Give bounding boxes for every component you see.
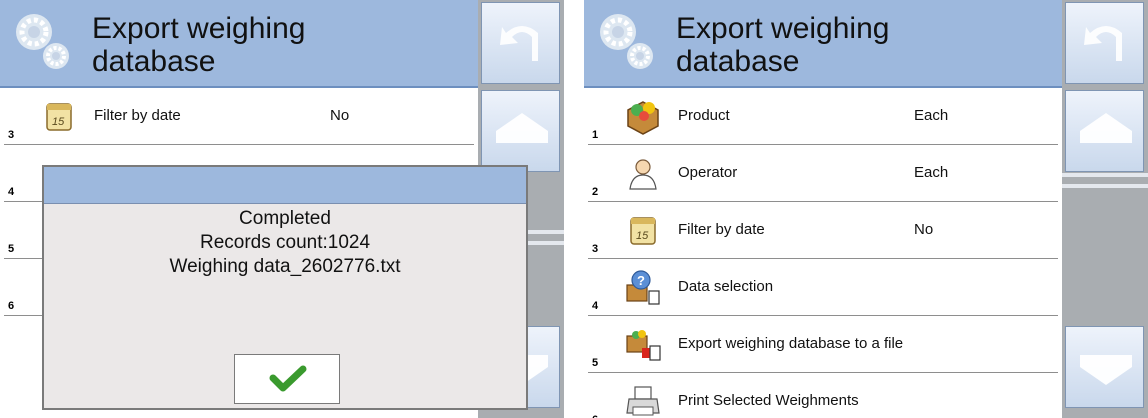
dialog-status: Completed <box>239 208 331 229</box>
back-arrow-icon <box>500 26 538 61</box>
item-number: 5 <box>8 243 15 255</box>
scroll-thumb[interactable] <box>1062 168 1148 194</box>
product-icon <box>627 101 659 135</box>
list-item-operator[interactable]: Operator Each 2 <box>584 145 1062 202</box>
item-number: 5 <box>592 357 599 369</box>
item-number: 1 <box>592 129 599 141</box>
item-label: Print Selected Weighments <box>678 392 859 409</box>
item-label: Product <box>678 107 730 124</box>
list-item-data-selection[interactable]: ? Data selection 4 <box>584 259 1062 316</box>
item-number: 3 <box>592 243 599 255</box>
dialog-records-count: Records count:1024 <box>199 232 371 253</box>
item-value: No <box>914 221 934 238</box>
item-number: 4 <box>8 186 15 198</box>
item-value: No <box>330 107 350 124</box>
svg-text:?: ? <box>637 273 645 288</box>
up-arrow-icon <box>1080 113 1132 143</box>
list-item-filter-by-date[interactable]: 15 Filter by date No 3 <box>584 202 1062 259</box>
right-screen: Export weighing database Product Each 1 … <box>584 0 1148 418</box>
back-button[interactable] <box>481 2 560 84</box>
list-item-print-selected[interactable]: Print Selected Weighments 6 <box>584 373 1062 418</box>
scroll-down-button[interactable] <box>1065 326 1144 408</box>
title-line-1: Export weighing <box>676 12 890 45</box>
export-file-icon <box>626 330 661 361</box>
list-item-product[interactable]: Product Each 1 <box>584 88 1062 145</box>
calendar-icon: 15 <box>46 103 72 131</box>
ok-button[interactable] <box>234 354 340 404</box>
completion-dialog: Completed Records count:1024 Weighing da… <box>42 165 528 410</box>
item-label: Data selection <box>678 278 774 295</box>
left-screen: Export weighing database 15 Filter by da… <box>0 0 564 418</box>
svg-text:15: 15 <box>636 230 649 242</box>
list-item-export-to-file[interactable]: Export weighing database to a file 5 <box>584 316 1062 373</box>
svg-text:15: 15 <box>52 116 65 128</box>
item-label: Operator <box>678 164 738 181</box>
item-number: 4 <box>592 300 599 312</box>
item-value: Each <box>914 107 949 124</box>
operator-icon <box>629 159 657 190</box>
gear-icon <box>600 14 653 69</box>
item-number: 6 <box>592 414 598 418</box>
up-arrow-icon <box>496 113 548 143</box>
header-bar: Export weighing database <box>584 0 1062 88</box>
title-line-1: Export weighing <box>92 12 306 45</box>
back-arrow-icon <box>1084 26 1122 61</box>
dialog-filename: Weighing data_2602776.txt <box>169 256 401 277</box>
down-arrow-icon <box>1080 355 1132 385</box>
item-number: 2 <box>592 186 599 198</box>
gear-icon <box>16 14 69 69</box>
scroll-up-button[interactable] <box>1065 90 1144 172</box>
item-number: 6 <box>8 300 15 312</box>
sidebar-nav <box>1062 0 1148 418</box>
item-label: Filter by date <box>678 221 765 238</box>
printer-icon <box>626 386 660 416</box>
list-item-filter-by-date[interactable]: 15 Filter by date No 3 <box>0 88 478 145</box>
dialog-header <box>44 167 526 204</box>
checkmark-icon <box>269 365 307 392</box>
page-title: Export weighing database <box>92 12 305 78</box>
item-label: Filter by date <box>94 107 181 124</box>
title-line-2: database <box>92 45 216 78</box>
title-line-2: database <box>676 45 800 78</box>
item-label: Export weighing database to a file <box>678 335 904 352</box>
item-number: 3 <box>8 129 15 141</box>
back-button[interactable] <box>1065 2 1144 84</box>
header-bar: Export weighing database <box>0 0 478 88</box>
calendar-icon: 15 <box>630 217 656 245</box>
page-title: Export weighing database <box>676 12 889 78</box>
dialog-message: Completed Records count:1024 Weighing da… <box>44 207 526 279</box>
data-selection-icon: ? <box>626 270 660 305</box>
scroll-up-button[interactable] <box>481 90 560 172</box>
item-value: Each <box>914 164 949 181</box>
